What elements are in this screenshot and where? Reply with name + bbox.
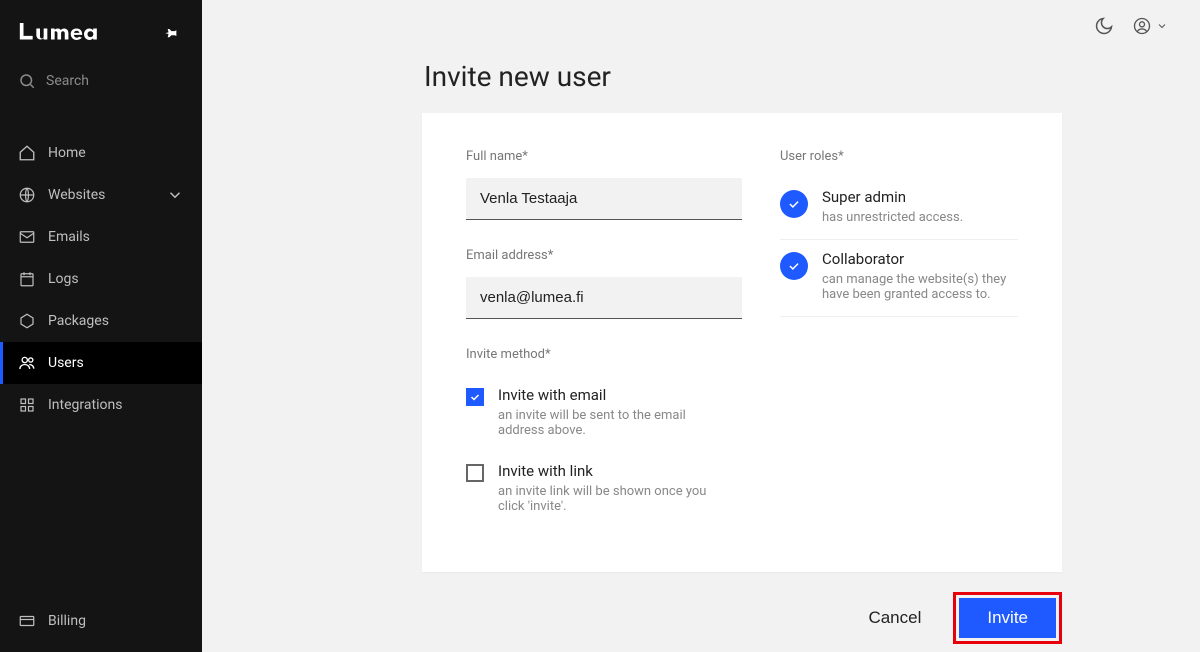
home-icon [18,144,36,162]
sidebar-item-label: Home [48,145,86,161]
page-title: Invite new user [424,60,1168,93]
method-desc: an invite link will be shown once you cl… [498,484,708,514]
sidebar-item-integrations[interactable]: Integrations [0,384,202,426]
brand-logo [18,20,128,48]
topbar [202,0,1200,36]
sidebar-item-home[interactable]: Home [0,132,202,174]
account-menu[interactable] [1132,16,1168,36]
role-collaborator[interactable]: Collaborator can manage the website(s) t… [780,240,1018,317]
sidebar-item-users[interactable]: Users [0,342,202,384]
highlight-frame: Invite [953,592,1062,644]
email-label: Email address* [466,248,742,263]
main-area: Invite new user Full name* Email address… [202,0,1200,652]
cancel-button[interactable]: Cancel [862,600,927,636]
method-desc: an invite will be sent to the email addr… [498,408,708,438]
grid-icon [18,396,36,414]
role-desc: has unrestricted access. [822,210,963,225]
card-icon [18,612,36,630]
full-name-label: Full name* [466,149,742,164]
method-title: Invite with link [498,462,708,480]
form-card: Full name* Email address* Invite method* [422,113,1062,572]
role-title: Collaborator [822,250,1018,268]
sidebar-item-label: Billing [48,613,86,629]
search-trigger[interactable]: Search [0,56,202,102]
form-actions: Cancel Invite [422,592,1062,644]
search-label: Search [46,73,89,89]
sidebar-item-websites[interactable]: Websites [0,174,202,216]
users-icon [18,354,36,372]
invite-button[interactable]: Invite [959,598,1056,638]
check-circle-icon [780,190,808,218]
sidebar-item-label: Websites [48,187,105,203]
mail-icon [18,228,36,246]
sidebar: Search Home Websites Emails Logs Package… [0,0,202,652]
sidebar-item-label: Logs [48,271,79,287]
user-roles-label: User roles* [780,149,1018,164]
invite-method-email[interactable]: Invite with email an invite will be sent… [466,376,742,452]
sidebar-item-label: Packages [48,313,109,329]
sidebar-item-emails[interactable]: Emails [0,216,202,258]
sidebar-item-label: Integrations [48,397,122,413]
invite-method-link[interactable]: Invite with link an invite link will be … [466,452,742,528]
chevron-down-icon [1156,16,1168,36]
check-circle-icon [780,252,808,280]
checkbox-icon[interactable] [466,464,484,482]
chevron-down-icon [166,186,184,204]
sidebar-item-label: Emails [48,229,90,245]
user-circle-icon [1132,16,1152,36]
role-desc: can manage the website(s) they have been… [822,272,1018,302]
sidebar-item-packages[interactable]: Packages [0,300,202,342]
pin-icon[interactable] [158,21,184,47]
role-super-admin[interactable]: Super admin has unrestricted access. [780,178,1018,240]
hexagon-icon [18,312,36,330]
sidebar-nav: Home Websites Emails Logs Packages Users… [0,132,202,426]
globe-icon [18,186,36,204]
checkbox-checked-icon[interactable] [466,388,484,406]
sidebar-item-billing[interactable]: Billing [0,600,202,642]
calendar-icon [18,270,36,288]
method-title: Invite with email [498,386,708,404]
sidebar-item-logs[interactable]: Logs [0,258,202,300]
search-icon [18,72,36,90]
full-name-input[interactable] [466,178,742,220]
invite-method-label: Invite method* [466,347,742,362]
moon-icon[interactable] [1094,16,1114,36]
role-title: Super admin [822,188,963,206]
email-input[interactable] [466,277,742,319]
sidebar-item-label: Users [48,355,84,371]
